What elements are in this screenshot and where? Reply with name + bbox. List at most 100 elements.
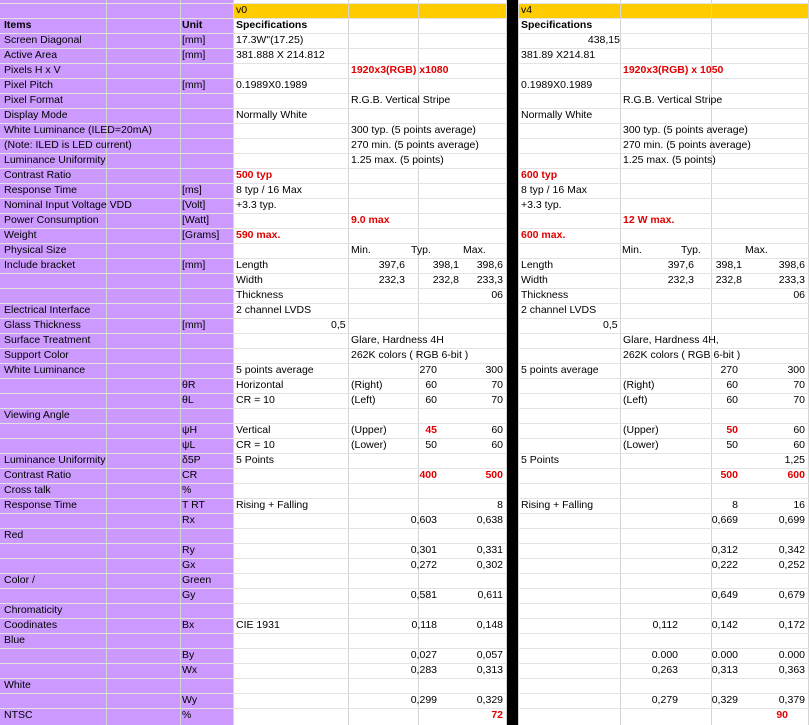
v0-wid_typ: 232,8 xyxy=(432,274,459,286)
v0-gx_max: 0,302 xyxy=(476,559,503,571)
v4-upper: (Upper) xyxy=(623,424,659,436)
v4-weight: 600 max. xyxy=(521,229,566,241)
v4-lo_max: 60 xyxy=(793,439,805,451)
v4-wid_typ: 232,8 xyxy=(715,274,742,286)
item-label: Active Area xyxy=(4,49,58,61)
v0-len_min: 397,6 xyxy=(378,259,405,271)
unit-label: [mm] xyxy=(182,49,206,61)
v4-glass: 0,5 xyxy=(603,319,618,331)
v4-r_max: 70 xyxy=(793,379,805,391)
v4-max: Max. xyxy=(745,244,768,256)
v4-thk_max: 06 xyxy=(793,289,805,301)
v4-contrast: 600 typ xyxy=(521,169,558,181)
item-label: Response Time xyxy=(4,499,77,511)
v4-wy_typ: 0,329 xyxy=(711,694,738,706)
v4-gy_typ: 0,649 xyxy=(711,589,738,601)
item-label: Blue xyxy=(4,634,26,646)
unit-label: Wy xyxy=(182,694,198,706)
unit-label: Green xyxy=(182,574,212,586)
v0-l_max: 70 xyxy=(491,394,503,406)
item-label: Pixels H x V xyxy=(4,64,61,76)
unit-label: [mm] xyxy=(182,79,206,91)
v0-gx_typ: 0,272 xyxy=(410,559,437,571)
item-label: Display Mode xyxy=(4,109,68,121)
v4-ry_max: 0,342 xyxy=(778,544,805,556)
unit-label: ψL xyxy=(182,439,196,451)
unit-label: δ5P xyxy=(182,454,201,466)
v0-wy_max: 0,329 xyxy=(476,694,503,706)
v4-r_typ: 60 xyxy=(726,379,738,391)
item-label: Pixel Format xyxy=(4,94,63,106)
v0-wid_max: 233,3 xyxy=(476,274,503,286)
v0-uni: 1.25 max. (5 points) xyxy=(351,154,444,166)
v4-wl_max: 300 xyxy=(787,364,805,376)
v4-ry_typ: 0,312 xyxy=(711,544,738,556)
v0-thk_max: 06 xyxy=(491,289,503,301)
item-label: Contrast Ratio xyxy=(4,469,72,481)
item-label: (Note: ILED is LED current) xyxy=(4,139,132,151)
unit-label: CR xyxy=(182,469,198,481)
unit-label: Gx xyxy=(182,559,196,571)
items-header: Items xyxy=(4,19,32,31)
unit-header: Unit xyxy=(182,19,203,31)
v4-thk_l: Thickness xyxy=(521,289,569,301)
v0-wl_l: 5 points average xyxy=(236,364,314,376)
v4-len_typ: 398,1 xyxy=(715,259,742,271)
item-label: Electrical Interface xyxy=(4,304,91,316)
unit-label: Ry xyxy=(182,544,195,556)
v0-rise: Rising + Falling xyxy=(236,499,309,511)
spec-spreadsheet: v0 v4 Items Unit Specifications Specification… xyxy=(0,0,809,725)
item-label: Coodinates xyxy=(4,619,58,631)
unit-label: [Watt] xyxy=(182,214,210,226)
v0-contrast: 500 typ xyxy=(236,169,273,181)
unit-label: [mm] xyxy=(182,34,206,46)
item-label: Surface Treatment xyxy=(4,334,91,346)
v0-gy_typ: 0,581 xyxy=(410,589,437,601)
v0-lo_max: 60 xyxy=(491,439,503,451)
v4-wid_min: 232,3 xyxy=(667,274,694,286)
v0-r_max: 70 xyxy=(491,379,503,391)
item-label: Glass Thickness xyxy=(4,319,81,331)
v0-ntsc: 72 xyxy=(491,709,503,721)
v4-ntsc: 90 xyxy=(776,709,788,721)
item-label: Include bracket xyxy=(4,259,76,271)
v4-bx_max: 0,172 xyxy=(778,619,805,631)
unit-label: % xyxy=(182,709,192,721)
v4-format: R.G.B. Vertical Stripe xyxy=(623,94,723,106)
v4-wl_typ: 270 xyxy=(720,364,738,376)
v0-area: 381.888 X 214.812 xyxy=(236,49,325,61)
v0-cr10a: CR = 10 xyxy=(236,394,275,406)
v0-rx_max: 0,638 xyxy=(476,514,503,526)
v0-rise_max: 8 xyxy=(497,499,503,511)
v0-l_typ: 60 xyxy=(425,394,437,406)
v4-version-label: v4 xyxy=(521,4,533,16)
v4-cr_typ: 500 xyxy=(720,469,738,481)
v4-rx_max: 0,699 xyxy=(778,514,805,526)
v4-cr_max: 600 xyxy=(787,469,805,481)
unit-label: Rx xyxy=(182,514,195,526)
v0-gy_max: 0,611 xyxy=(477,589,504,601)
v0-bx_typ: 0,118 xyxy=(411,619,438,631)
v4-wy_max: 0,379 xyxy=(778,694,805,706)
item-label: Power Consumption xyxy=(4,214,99,226)
v4-by_min: 0.000 xyxy=(651,649,678,661)
unit-label: [ms] xyxy=(182,184,202,196)
v0-weight: 590 max. xyxy=(236,229,281,241)
v0-wl_max: 300 xyxy=(485,364,503,376)
v0-wid_l: Width xyxy=(236,274,263,286)
item-label: Contrast Ratio xyxy=(4,169,72,181)
unit-label: θR xyxy=(182,379,196,391)
v4-lum1: 300 typ. (5 points average) xyxy=(623,124,748,136)
v4-five: 5 Points xyxy=(521,454,559,466)
v0-format: R.G.B. Vertical Stripe xyxy=(351,94,451,106)
item-label: NTSC xyxy=(4,709,33,721)
v0-pixels: 1920x3(RGB) x1080 xyxy=(351,64,449,76)
v0-rx_typ: 0,603 xyxy=(410,514,437,526)
v4-u_max: 60 xyxy=(793,424,805,436)
v0-cr10b: CR = 10 xyxy=(236,439,275,451)
unit-label: ψH xyxy=(182,424,198,436)
v0-max: Max. xyxy=(463,244,486,256)
v4-area: 381.89 X214.81 xyxy=(521,49,596,61)
v0-vert: Vertical xyxy=(236,424,271,436)
unit-label: Wx xyxy=(182,664,198,676)
